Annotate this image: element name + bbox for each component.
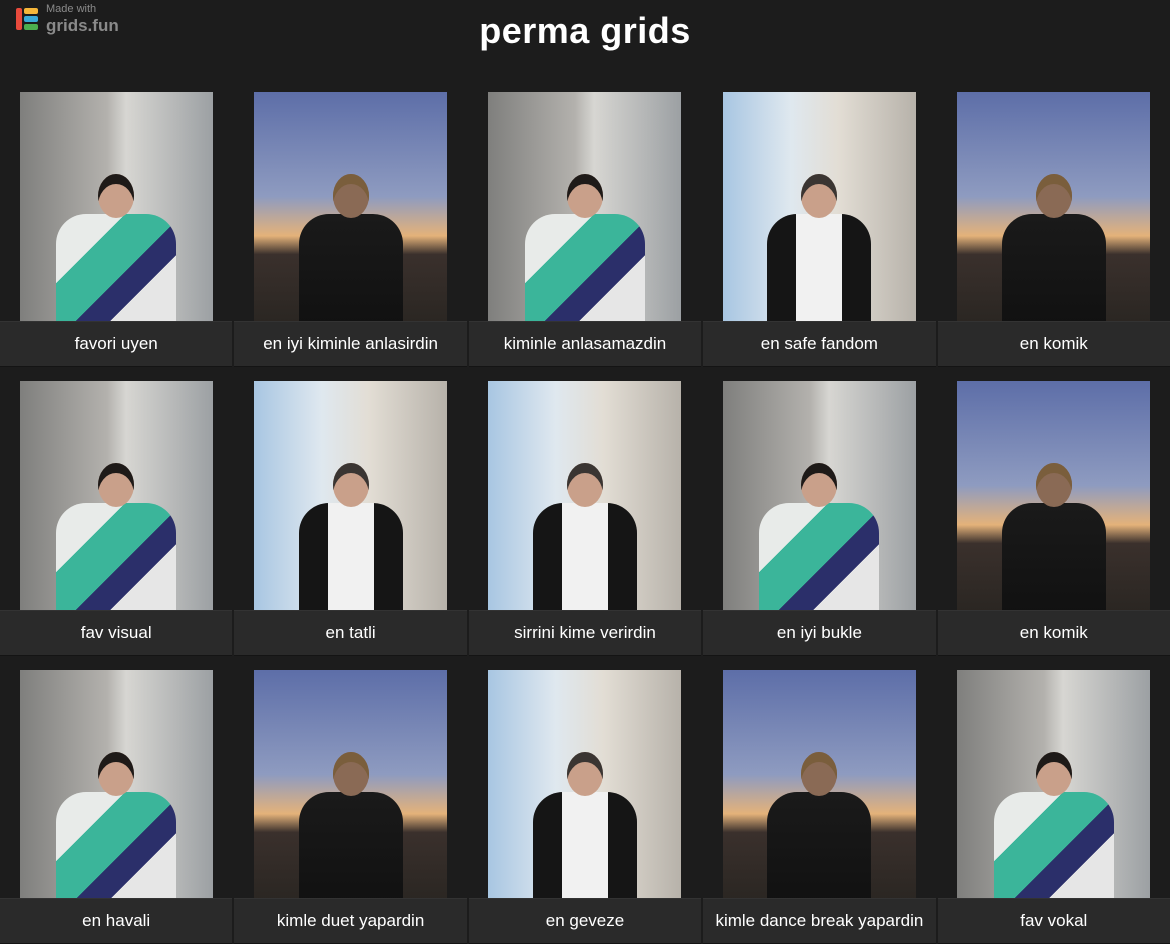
grid-photo — [722, 92, 916, 324]
grid-caption: en geveze — [468, 898, 702, 944]
grid-photo — [488, 670, 682, 902]
grid-cell[interactable]: favori uyen — [0, 78, 233, 367]
grid-photo — [19, 381, 213, 613]
grid-cell[interactable]: en komik — [937, 367, 1170, 656]
grid-caption: en komik — [937, 321, 1170, 367]
grid-photo — [19, 670, 213, 902]
grid-cell[interactable]: en tatli — [234, 367, 467, 656]
grid-photo — [254, 381, 448, 613]
photo-grid: favori uyen en iyi kiminle anlasirdin kimi… — [0, 78, 1170, 944]
grid-cell[interactable]: kimle dance break yapardin — [703, 656, 936, 944]
grid-cell[interactable]: sirrini kime verirdin — [468, 367, 702, 656]
grid-cell[interactable]: en iyi bukle — [703, 367, 936, 656]
grid-caption: en havali — [0, 898, 233, 944]
grid-photo — [254, 92, 448, 324]
grid-caption: fav visual — [0, 610, 233, 656]
grid-cell[interactable]: kimle duet yapardin — [234, 656, 467, 944]
grid-photo — [957, 381, 1151, 613]
page-title: perma grids — [479, 10, 691, 51]
grid-caption: en iyi bukle — [703, 610, 936, 656]
grid-caption: fav vokal — [937, 898, 1170, 944]
grid-cell[interactable]: kiminle anlasamazdin — [468, 78, 702, 367]
grid-caption: en safe fandom — [703, 321, 936, 367]
grid-cell[interactable]: en geveze — [468, 656, 702, 944]
grid-photo — [722, 381, 916, 613]
grid-photo — [957, 670, 1151, 902]
grid-caption: kiminle anlasamazdin — [468, 321, 702, 367]
grid-caption: en komik — [937, 610, 1170, 656]
grid-photo — [488, 92, 682, 324]
grid-photo — [19, 92, 213, 324]
grid-cell[interactable]: en komik — [937, 78, 1170, 367]
grid-cell[interactable]: fav vokal — [937, 656, 1170, 944]
grid-cell[interactable]: en havali — [0, 656, 233, 944]
grid-caption: kimle duet yapardin — [234, 898, 467, 944]
grid-cell[interactable]: en iyi kiminle anlasirdin — [234, 78, 467, 367]
grid-photo — [254, 670, 448, 902]
grid-caption: sirrini kime verirdin — [468, 610, 702, 656]
grid-caption: favori uyen — [0, 321, 233, 367]
grid-cell[interactable]: en safe fandom — [703, 78, 936, 367]
grid-caption: en iyi kiminle anlasirdin — [234, 321, 467, 367]
grid-photo — [957, 92, 1151, 324]
grid-caption: en tatli — [234, 610, 467, 656]
grid-photo — [488, 381, 682, 613]
grid-photo — [722, 670, 916, 902]
grid-caption: kimle dance break yapardin — [703, 898, 936, 944]
grid-cell[interactable]: fav visual — [0, 367, 233, 656]
